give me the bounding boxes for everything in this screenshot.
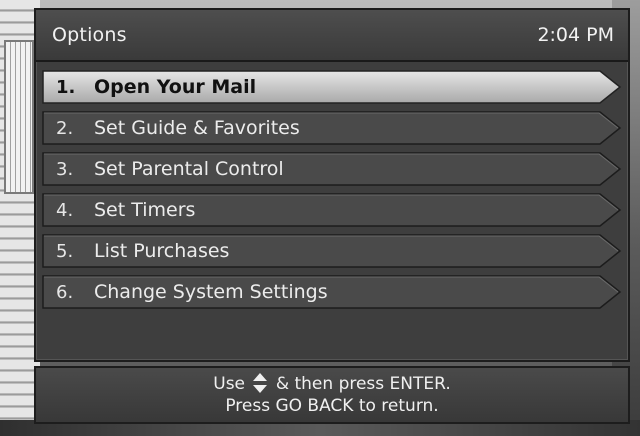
menu-item-change-system-settings[interactable]: 6. Change System Settings — [42, 275, 622, 309]
help-bar: Use & then press ENTER. Press GO BACK to… — [34, 366, 630, 424]
menu-item-open-your-mail[interactable]: 1. Open Your Mail — [42, 70, 622, 104]
menu-item-list-purchases[interactable]: 5. List Purchases — [42, 234, 622, 268]
menu-item-label: Set Guide & Favorites — [94, 117, 300, 139]
options-menu: 1. Open Your Mail 2. Set Guide & Favorit… — [42, 70, 622, 316]
menu-item-set-parental-control[interactable]: 3. Set Parental Control — [42, 152, 622, 186]
menu-item-number: 6. — [56, 282, 74, 303]
options-panel: Options 2:04 PM 1. Open Your Mail 2. Set… — [34, 8, 630, 362]
help-line-go-back: Press GO BACK to return. — [225, 396, 439, 416]
clock-time: 2:04 PM — [537, 24, 614, 46]
background-window — [4, 40, 34, 194]
menu-item-label: Open Your Mail — [94, 76, 257, 98]
menu-item-number: 3. — [56, 159, 74, 180]
up-down-arrows-icon — [253, 373, 268, 393]
help-text-use: Use — [213, 374, 246, 394]
menu-item-set-guide-favorites[interactable]: 2. Set Guide & Favorites — [42, 111, 622, 145]
page-title: Options — [52, 24, 127, 46]
menu-item-number: 5. — [56, 241, 74, 262]
menu-item-label: Set Parental Control — [94, 158, 284, 180]
menu-item-number: 2. — [56, 118, 74, 139]
menu-item-label: List Purchases — [94, 240, 230, 262]
menu-item-number: 1. — [56, 77, 76, 98]
menu-item-label: Change System Settings — [94, 281, 328, 303]
help-text-enter: & then press ENTER. — [275, 374, 451, 394]
help-line-navigate: Use & then press ENTER. — [36, 373, 628, 395]
menu-item-label: Set Timers — [94, 199, 196, 221]
options-header: Options 2:04 PM — [36, 10, 628, 62]
menu-item-set-timers[interactable]: 4. Set Timers — [42, 193, 622, 227]
menu-item-number: 4. — [56, 200, 74, 221]
